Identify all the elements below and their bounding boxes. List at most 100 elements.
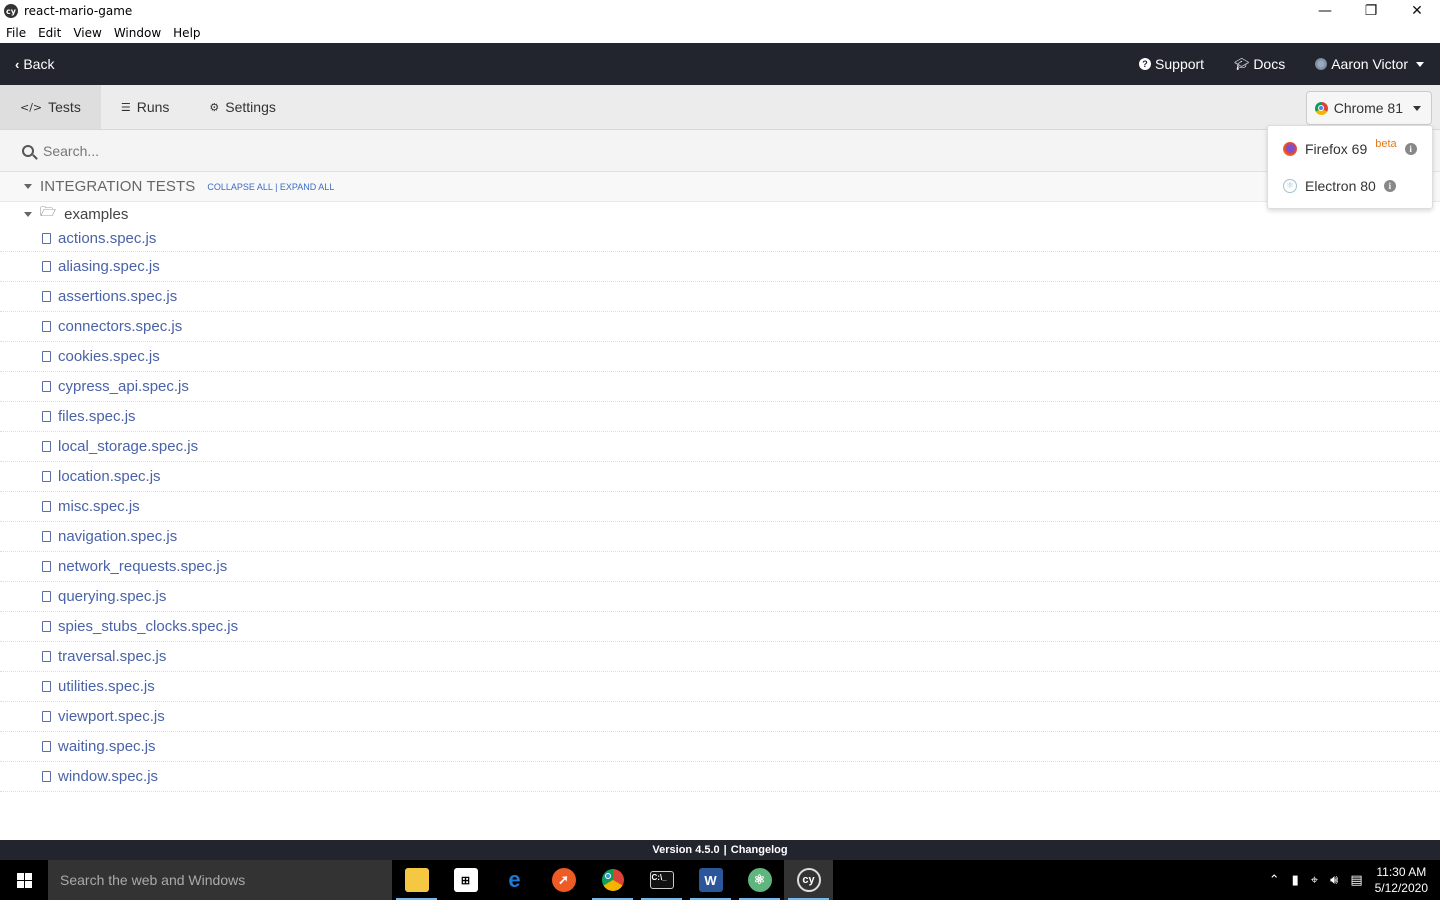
spec-file-row[interactable]: navigation.spec.js [0,522,1440,552]
taskbar-atom[interactable]: ⚛ [735,860,784,900]
spec-file-row[interactable]: cookies.spec.js [0,342,1440,372]
caret-down-icon [24,184,32,189]
section-title: INTEGRATION TESTS [40,178,196,195]
spec-file-name: cypress_api.spec.js [58,378,189,395]
file-icon [42,351,51,362]
expand-all-link[interactable]: EXPAND ALL [280,182,334,192]
file-icon [42,441,51,452]
spec-file-row[interactable]: traversal.spec.js [0,642,1440,672]
spec-file-name: aliasing.spec.js [58,258,160,275]
top-navigation: ‹ Back ? Support 🎓︎ Docs Aaron Victor [0,43,1440,85]
search-bar [0,130,1440,172]
minimize-button[interactable]: — [1302,0,1348,22]
spec-file-row[interactable]: network_requests.spec.js [0,552,1440,582]
taskbar-edge[interactable]: e [490,860,539,900]
spec-file-name: traversal.spec.js [58,648,167,665]
tab-label: Settings [225,99,276,115]
taskbar-search[interactable]: Search the web and Windows [48,860,392,900]
spec-file-row[interactable]: window.spec.js [0,762,1440,792]
code-icon: </> [20,100,43,114]
version-footer: Version 4.5.0 | Changelog [0,840,1440,860]
menu-view[interactable]: View [67,26,107,40]
tab-settings[interactable]: ⚙ Settings [189,85,295,129]
spec-file-row[interactable]: viewport.spec.js [0,702,1440,732]
browser-option-firefox[interactable]: Firefox 69 beta i [1268,130,1432,167]
info-icon[interactable]: i [1404,142,1417,155]
spec-file-list: actions.spec.js aliasing.spec.js assertion… [0,226,1440,792]
collapse-all-link[interactable]: COLLAPSE ALL [207,182,272,192]
integration-tests-header[interactable]: INTEGRATION TESTS COLLAPSE ALL | EXPAND … [0,172,1440,202]
taskbar-chrome[interactable] [588,860,637,900]
chrome-icon [601,869,624,891]
spec-file-name: misc.spec.js [58,498,140,515]
folder-examples[interactable]: 🗁︎ examples [0,202,1440,226]
taskbar-search-placeholder: Search the web and Windows [60,872,246,888]
clock[interactable]: 11:30 AM 5/12/2020 [1375,864,1428,896]
spec-file-row[interactable]: connectors.spec.js [0,312,1440,342]
file-icon [42,651,51,662]
version-label: Version 4.5.0 [652,844,720,856]
spec-file-name: window.spec.js [58,768,159,785]
spec-file-name: navigation.spec.js [58,528,178,545]
notification-icon[interactable]: ▤ [1350,873,1362,888]
taskbar-word[interactable]: W [686,860,735,900]
spec-file-row[interactable]: actions.spec.js [0,226,1440,252]
spec-file-row[interactable]: cypress_api.spec.js [0,372,1440,402]
taskbar-file-explorer[interactable] [392,860,441,900]
tab-label: Tests [48,99,81,115]
spec-file-row[interactable]: utilities.spec.js [0,672,1440,702]
menu-help[interactable]: Help [167,26,206,40]
spec-file-row[interactable]: files.spec.js [0,402,1440,432]
tab-runs[interactable]: ☰ Runs [101,85,190,129]
spec-file-name: waiting.spec.js [58,738,156,755]
spec-file-row[interactable]: local_storage.spec.js [0,432,1440,462]
close-button[interactable]: ✕ [1394,0,1440,22]
info-icon[interactable]: i [1383,179,1396,192]
tab-tests[interactable]: </> Tests [0,85,101,129]
spec-file-name: network_requests.spec.js [58,558,228,575]
restore-button[interactable]: ❐ [1348,0,1394,22]
spec-file-name: cookies.spec.js [58,348,160,365]
spec-file-row[interactable]: querying.spec.js [0,582,1440,612]
file-icon [42,621,51,632]
menu-edit[interactable]: Edit [32,26,67,40]
windows-taskbar: Search the web and Windows ⊞ e ➚ C:\_ W … [0,860,1440,900]
search-input[interactable] [43,142,643,159]
menu-file[interactable]: File [0,26,32,40]
spec-file-row[interactable]: waiting.spec.js [0,732,1440,762]
start-button[interactable] [0,860,48,900]
docs-link[interactable]: 🎓︎ Docs [1234,56,1285,72]
battery-icon[interactable]: ▮ [1292,873,1299,888]
taskbar-terminal[interactable]: C:\_ [637,860,686,900]
spec-file-name: utilities.spec.js [58,678,155,695]
taskbar-store[interactable]: ⊞ [441,860,490,900]
chevron-up-icon[interactable]: ⌃ [1269,873,1280,888]
user-menu[interactable]: Aaron Victor [1315,56,1424,72]
volume-icon[interactable]: 🔊︎ [1330,873,1338,888]
spec-file-row[interactable]: spies_stubs_clocks.spec.js [0,612,1440,642]
taskbar-cypress[interactable]: cy [784,860,833,900]
tab-label: Runs [136,99,170,115]
menu-window[interactable]: Window [108,26,167,40]
spec-file-name: local_storage.spec.js [58,438,199,455]
file-icon [42,411,51,422]
spec-file-row[interactable]: misc.spec.js [0,492,1440,522]
cypress-app-icon: cy [4,4,18,18]
spec-file-row[interactable]: aliasing.spec.js [0,252,1440,282]
window-title: react-mario-game [24,4,133,18]
user-name: Aaron Victor [1331,56,1408,72]
browser-option-electron[interactable]: ⚛ Electron 80 i [1268,167,1432,204]
separator: | [275,181,278,192]
support-link[interactable]: ? Support [1139,56,1204,72]
window-controls: — ❐ ✕ [1302,0,1440,22]
changelog-link[interactable]: Changelog [731,844,788,856]
back-button[interactable]: ‹ Back [0,56,54,72]
spec-file-row[interactable]: assertions.spec.js [0,282,1440,312]
spec-file-row[interactable]: location.spec.js [0,462,1440,492]
file-icon [42,321,51,332]
wifi-icon[interactable]: ⌖ [1311,873,1318,888]
file-icon [42,681,51,692]
taskbar-postman[interactable]: ➚ [539,860,588,900]
edge-icon: e [508,867,521,892]
browser-selector[interactable]: Chrome 81 [1305,91,1432,125]
